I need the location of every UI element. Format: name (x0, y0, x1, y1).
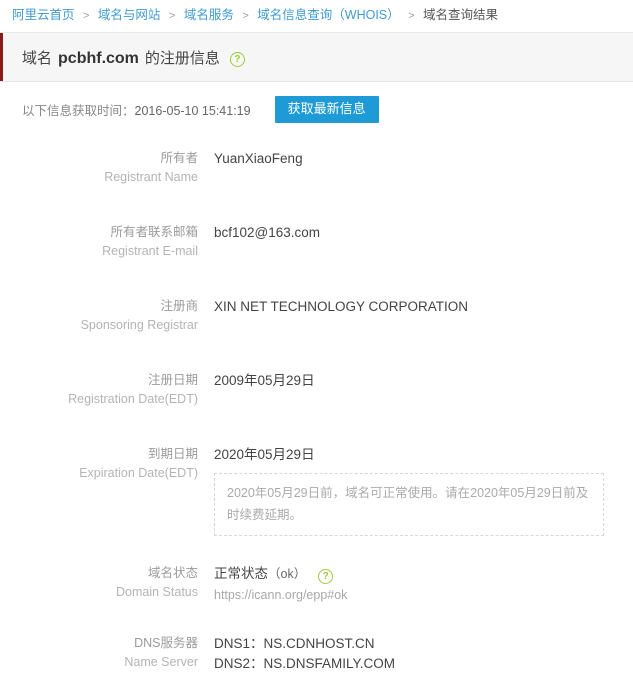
row-value-registrant-email: bcf102@163.com (214, 223, 633, 261)
row-value-name-server: DNS1：NS.CDNHOST.CN DNS2：NS.DNSFAMILY.COM (214, 634, 633, 674)
table-row: 注册商 Sponsoring Registrar XIN NET TECHNOL… (0, 297, 633, 335)
table-row: DNS服务器 Name Server DNS1：NS.CDNHOST.CN DN… (0, 634, 633, 674)
page-title-bar: 域名 pcbhf.com 的注册信息 ? (0, 32, 633, 82)
breadcrumb-item-current: 域名查询结果 (423, 8, 498, 22)
row-value-domain-status: 正常状态（ok）? https://icann.org/epp#ok (214, 564, 633, 606)
row-label-registrant-name: 所有者 Registrant Name (0, 149, 214, 187)
label-cn: 所有者联系邮箱 (0, 223, 198, 242)
table-row: 到期日期 Expiration Date(EDT) 2020年05月29日 20… (0, 445, 633, 536)
label-en: Domain Status (0, 583, 198, 602)
fetch-time-value: 2016-05-10 15:41:19 (135, 104, 251, 118)
row-value-expiration-date: 2020年05月29日 2020年05月29日前，域名可正常使用。请在2020年… (214, 445, 633, 536)
label-en: Name Server (0, 653, 198, 672)
breadcrumb-item-domain-service[interactable]: 域名服务 (184, 8, 234, 22)
status-badge: 正常状态 (214, 566, 268, 581)
refresh-info-button[interactable]: 获取最新信息 (275, 96, 379, 123)
dns-server-1: DNS1：NS.CDNHOST.CN (214, 634, 623, 654)
page-title: 域名 pcbhf.com 的注册信息 ? (22, 47, 245, 68)
page-title-domain: pcbhf.com (58, 50, 139, 68)
breadcrumb-item-home[interactable]: 阿里云首页 (12, 8, 75, 22)
fetch-time-label: 以下信息获取时间：2016-05-10 15:41:19 (22, 100, 251, 119)
label-cn: DNS服务器 (0, 634, 198, 653)
label-en: Registrant Name (0, 168, 198, 187)
status-reference-url: https://icann.org/epp#ok (214, 584, 623, 606)
row-spacer (0, 335, 633, 371)
expiration-date-value: 2020年05月29日 (214, 445, 623, 465)
renewal-notice-box: 2020年05月29日前，域名可正常使用。请在2020年05月29日前及时续费延… (214, 473, 604, 536)
label-cn: 到期日期 (0, 445, 198, 464)
question-circle-icon[interactable]: ? (318, 569, 333, 584)
row-spacer (0, 261, 633, 297)
row-spacer (0, 536, 633, 564)
status-code: （ok） (268, 567, 306, 581)
label-en: Expiration Date(EDT) (0, 464, 198, 483)
breadcrumb: 阿里云首页 > 域名与网站 > 域名服务 > 域名信息查询（WHOIS） > 域… (0, 0, 633, 32)
row-value-sponsoring-registrar: XIN NET TECHNOLOGY CORPORATION (214, 297, 633, 335)
label-en: Registrant E-mail (0, 242, 198, 261)
breadcrumb-separator: > (242, 10, 248, 22)
label-en: Sponsoring Registrar (0, 316, 198, 335)
table-row: 注册日期 Registration Date(EDT) 2009年05月29日 (0, 371, 633, 409)
table-row: 所有者 Registrant Name YuanXiaoFeng (0, 149, 633, 187)
row-spacer (0, 606, 633, 634)
page-title-prefix: 域名 (22, 47, 52, 68)
row-value-registration-date: 2009年05月29日 (214, 371, 633, 409)
table-row: 所有者联系邮箱 Registrant E-mail bcf102@163.com (0, 223, 633, 261)
row-label-registrant-email: 所有者联系邮箱 Registrant E-mail (0, 223, 214, 261)
row-spacer (0, 187, 633, 223)
row-label-registration-date: 注册日期 Registration Date(EDT) (0, 371, 214, 409)
label-cn: 注册商 (0, 297, 198, 316)
breadcrumb-separator: > (169, 10, 175, 22)
question-circle-icon[interactable]: ? (230, 52, 245, 67)
label-en: Registration Date(EDT) (0, 390, 198, 409)
label-cn: 所有者 (0, 149, 198, 168)
label-cn: 注册日期 (0, 371, 198, 390)
breadcrumb-item-domain-and-website[interactable]: 域名与网站 (98, 8, 161, 22)
fetch-time-text: 以下信息获取时间： (22, 104, 135, 118)
row-label-domain-status: 域名状态 Domain Status (0, 564, 214, 606)
row-spacer (0, 409, 633, 445)
row-label-sponsoring-registrar: 注册商 Sponsoring Registrar (0, 297, 214, 335)
breadcrumb-item-whois-query[interactable]: 域名信息查询（WHOIS） (257, 8, 399, 22)
table-row: 域名状态 Domain Status 正常状态（ok）? https://ica… (0, 564, 633, 606)
page-title-suffix: 的注册信息 (145, 47, 220, 68)
breadcrumb-separator: > (83, 10, 89, 22)
label-cn: 域名状态 (0, 564, 198, 583)
row-label-name-server: DNS服务器 Name Server (0, 634, 214, 674)
dns-server-2: DNS2：NS.DNSFAMILY.COM (214, 654, 623, 674)
breadcrumb-separator: > (408, 10, 414, 22)
row-label-expiration-date: 到期日期 Expiration Date(EDT) (0, 445, 214, 536)
row-value-registrant-name: YuanXiaoFeng (214, 149, 633, 187)
fetch-time-row: 以下信息获取时间：2016-05-10 15:41:19 获取最新信息 (0, 82, 633, 133)
whois-info-table: 所有者 Registrant Name YuanXiaoFeng 所有者联系邮箱… (0, 149, 633, 674)
